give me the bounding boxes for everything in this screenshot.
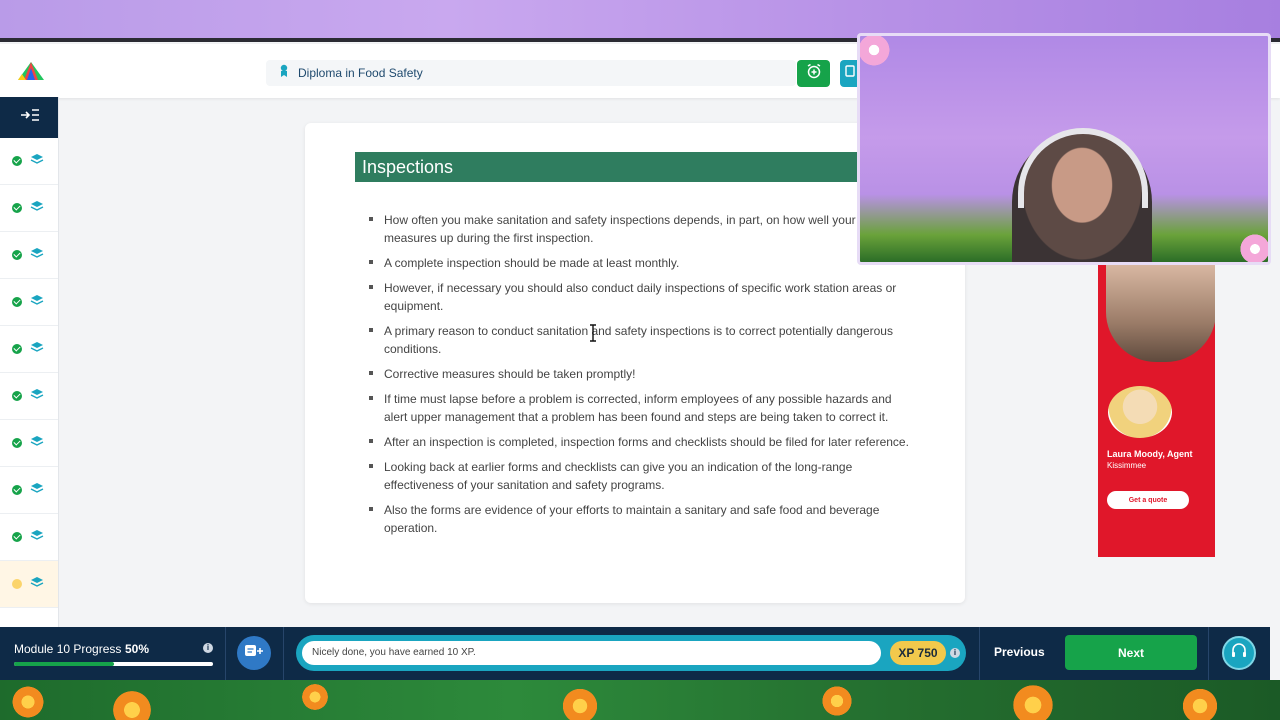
lesson-title: Inspections — [355, 152, 915, 182]
sidebar-item-9[interactable] — [0, 514, 58, 561]
layers-icon — [30, 293, 44, 311]
list-item: Corrective measures should be taken prom… — [367, 365, 915, 383]
divider — [1208, 627, 1209, 680]
module-progress-bar — [14, 662, 213, 666]
headset-graphic — [1018, 128, 1148, 208]
next-button[interactable]: Next — [1065, 635, 1197, 670]
layers-icon — [30, 387, 44, 405]
info-icon[interactable]: i — [203, 643, 213, 653]
layers-icon — [30, 152, 44, 170]
decorative-bottom-banner — [0, 680, 1280, 720]
course-title-bar: Diploma in Food Safety — [266, 60, 796, 86]
agent-name: Laura Moody, Agent — [1107, 449, 1193, 459]
expand-menu-icon — [20, 108, 40, 127]
layers-icon — [30, 246, 44, 264]
alarm-add-icon — [806, 63, 822, 84]
list-item: If time must lapse before a problem is c… — [367, 390, 915, 426]
ad-family-photo — [1106, 264, 1215, 362]
xp-badge: XP 750 — [890, 641, 946, 665]
progress-label: Module 10 Progress — [14, 642, 122, 656]
layers-icon — [30, 575, 44, 593]
sidebar-item-10[interactable] — [0, 561, 58, 608]
completed-check-icon — [12, 485, 22, 495]
layers-icon — [30, 199, 44, 217]
list-item: Also the forms are evidence of your effo… — [367, 501, 915, 537]
divider — [283, 627, 284, 680]
xp-message-bar: Nicely done, you have earned 10 XP. XP 7… — [296, 635, 966, 671]
list-item: A complete inspection should be made at … — [367, 254, 915, 272]
list-item: A primary reason to conduct sanitation a… — [367, 322, 915, 358]
headset-support-icon — [1230, 642, 1248, 665]
completed-check-icon — [12, 532, 22, 542]
sidebar-item-8[interactable] — [0, 467, 58, 514]
sidebar-item-6[interactable] — [0, 373, 58, 420]
agent-avatar — [1108, 386, 1172, 438]
logo-icon[interactable] — [16, 60, 46, 82]
completed-check-icon — [12, 297, 22, 307]
module-progress-fill — [14, 662, 114, 666]
xp-message: Nicely done, you have earned 10 XP. — [302, 641, 881, 665]
course-title: Diploma in Food Safety — [298, 66, 423, 80]
module-sidebar — [0, 97, 59, 627]
support-button[interactable] — [1222, 636, 1256, 670]
sidebar-item-1[interactable] — [0, 138, 58, 185]
list-item: Looking back at earlier forms and checkl… — [367, 458, 915, 494]
sidebar-item-5[interactable] — [0, 326, 58, 373]
sidebar-item-3[interactable] — [0, 232, 58, 279]
progress-percent: 50% — [125, 642, 150, 656]
graduation-icon — [278, 64, 290, 83]
add-note-button[interactable] — [237, 636, 271, 670]
text-cursor-icon — [589, 324, 597, 342]
list-item: After an inspection is completed, inspec… — [367, 433, 915, 451]
get-quote-button[interactable]: Get a quote — [1107, 491, 1189, 509]
xp-info-icon[interactable]: i — [950, 648, 960, 658]
sidebar-item-4[interactable] — [0, 279, 58, 326]
completed-check-icon — [12, 250, 22, 260]
completed-check-icon — [12, 203, 22, 213]
divider — [979, 627, 980, 680]
book-icon — [844, 64, 856, 83]
list-item: How often you make sanitation and safety… — [367, 211, 915, 247]
completed-check-icon — [12, 438, 22, 448]
completed-check-icon — [12, 344, 22, 354]
layers-icon — [30, 481, 44, 499]
completed-check-icon — [12, 391, 22, 401]
in-progress-icon — [12, 579, 22, 589]
previous-button[interactable]: Previous — [994, 645, 1045, 659]
layers-icon — [30, 434, 44, 452]
advertisement-banner[interactable]: Laura Moody, Agent Kissimmee Get a quote — [1098, 264, 1215, 557]
sidebar-item-7[interactable] — [0, 420, 58, 467]
divider — [225, 627, 226, 680]
lesson-bullet-list: How often you make sanitation and safety… — [367, 211, 915, 544]
sidebar-toggle-button[interactable] — [0, 97, 58, 138]
completed-check-icon — [12, 156, 22, 166]
alarm-add-button[interactable] — [797, 60, 830, 87]
layers-icon — [30, 340, 44, 358]
add-note-icon — [244, 643, 264, 664]
layers-icon — [30, 528, 44, 546]
webcam-overlay — [857, 33, 1271, 265]
agent-location: Kissimmee — [1107, 461, 1147, 470]
bottom-navigation-bar: Module 10 Progress 50% i Nicely done, yo… — [0, 627, 1270, 680]
list-item: However, if necessary you should also co… — [367, 279, 915, 315]
sidebar-item-2[interactable] — [0, 185, 58, 232]
